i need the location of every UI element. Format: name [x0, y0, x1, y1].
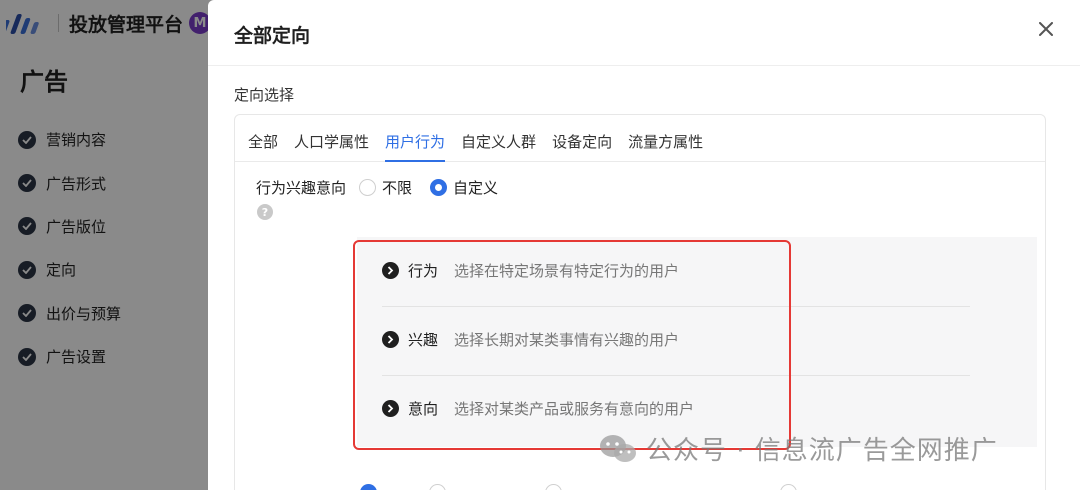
radio-circle-checked	[430, 179, 448, 196]
modal-header: 全部定向	[208, 0, 1080, 66]
close-button[interactable]	[1034, 17, 1058, 41]
tab-all[interactable]: 全部	[248, 131, 278, 161]
option-interest[interactable]: 兴趣 选择长期对某类事情有兴趣的用户	[382, 329, 679, 350]
option-desc: 选择在特定场景有特定行为的用户	[454, 262, 680, 280]
wechat-logo-icon	[600, 434, 636, 462]
radio-unlimited[interactable]: 不限	[359, 177, 412, 198]
option-divider	[382, 306, 970, 307]
option-behavior[interactable]: 行为 选择在特定场景有特定行为的用户	[382, 260, 679, 281]
radio-label: 自定义	[453, 179, 499, 197]
modal-title: 全部定向	[234, 25, 311, 47]
chevron-right-circle-icon	[382, 331, 399, 348]
close-icon	[1039, 22, 1053, 36]
behavior-options-box: 行为 选择在特定场景有特定行为的用户 兴趣 选择长期对某类事情有兴趣的用户 意向…	[357, 237, 1037, 447]
question-circle-icon[interactable]: ?	[257, 204, 273, 220]
option-divider	[382, 375, 970, 376]
radio-circle	[359, 179, 376, 196]
interest-radio-group: 不限 自定义	[359, 177, 516, 198]
radio-custom[interactable]: 自定义	[430, 177, 498, 198]
option-desc: 选择长期对某类事情有兴趣的用户	[454, 331, 680, 349]
tab-bar: 全部 人口学属性 用户行为 自定义人群 设备定向 流量方属性	[235, 115, 1045, 162]
interest-label: 行为兴趣意向	[256, 179, 347, 197]
option-intent[interactable]: 意向 选择对某类产品或服务有意向的用户	[382, 398, 694, 419]
tab-user-behavior[interactable]: 用户行为	[385, 131, 446, 162]
chevron-right-circle-icon	[382, 400, 399, 417]
section-label: 定向选择	[234, 86, 295, 104]
watermark: 公众号 · 信息流广告全网推广	[598, 430, 998, 467]
tab-device[interactable]: 设备定向	[552, 131, 612, 161]
option-title: 意向	[408, 400, 439, 418]
radio-label: 不限	[382, 179, 413, 197]
targeting-modal: 全部定向 定向选择 全部 人口学属性 用户行为 自定义人群 设备定向 流量方属性…	[208, 0, 1080, 490]
chevron-right-circle-icon	[382, 262, 399, 279]
tab-custom-audience[interactable]: 自定义人群	[461, 131, 536, 161]
option-title: 行为	[408, 262, 439, 280]
option-title: 兴趣	[408, 331, 439, 349]
tab-traffic-source[interactable]: 流量方属性	[628, 131, 703, 161]
watermark-text: 公众号 · 信息流广告全网推广	[646, 436, 998, 466]
tab-demographics[interactable]: 人口学属性	[294, 131, 369, 161]
option-desc: 选择对某类产品或服务有意向的用户	[454, 400, 695, 418]
